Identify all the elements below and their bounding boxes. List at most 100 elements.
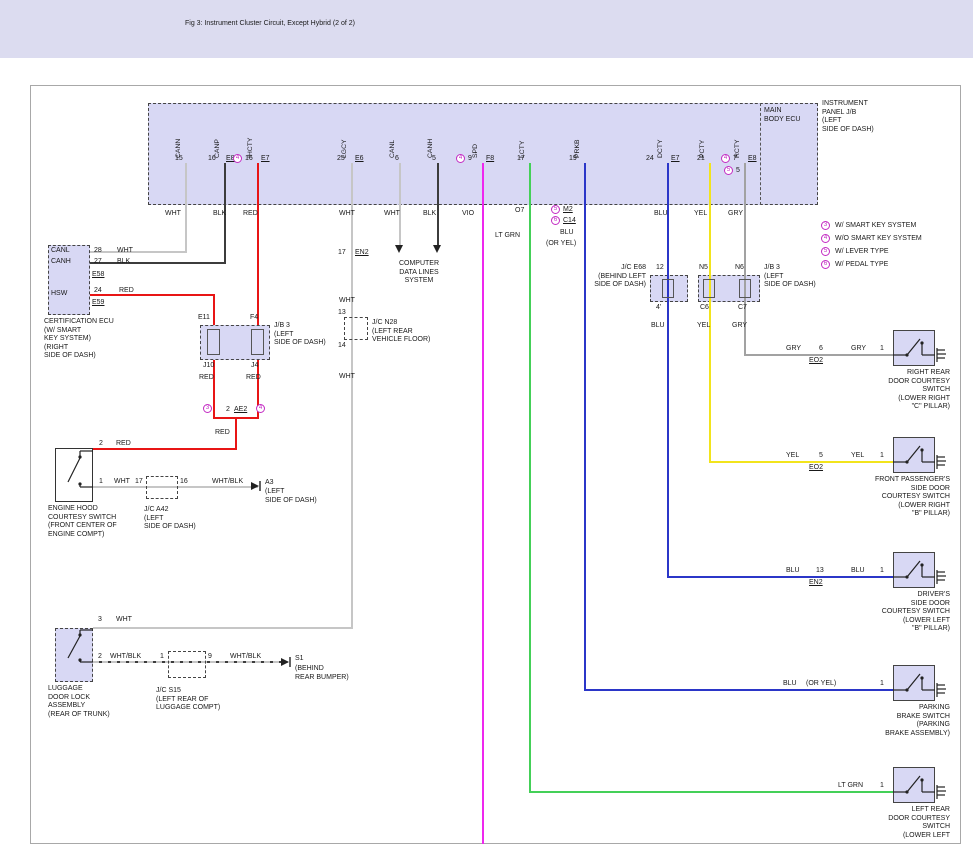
wire-color-label: RED <box>215 429 230 438</box>
wire-color-label: RED <box>243 210 258 219</box>
wire-color-label: YEL <box>694 210 707 219</box>
wire-color-label: VIO <box>462 210 474 219</box>
legend-text: W/ PEDAL TYPE <box>835 261 888 270</box>
connector-ref: C6 <box>700 304 709 313</box>
wire-color-label: GRY <box>786 345 801 354</box>
wire-color-label: BLK <box>213 210 226 219</box>
connector-ref: N5 <box>699 264 708 273</box>
pin-number: 3 <box>98 616 102 625</box>
pin-number: 2 <box>98 653 102 662</box>
wire-color-label: YEL <box>697 322 710 331</box>
jc-e68-caption: J/C E68 (BEHIND LEFT SIDE OF DASH) <box>584 264 646 290</box>
pin-number: 1 <box>99 478 103 487</box>
cert-pin-label: HSW <box>51 290 67 299</box>
figure-header <box>0 0 973 58</box>
right-rear-door-switch-icon <box>893 330 935 366</box>
wire-color-label: BLK <box>117 258 130 267</box>
variant-marker: 4 <box>721 154 730 163</box>
connector-ref: E6 <box>355 155 364 164</box>
pin-number: 1 <box>880 452 884 461</box>
jc-e68-pinrect <box>662 279 674 298</box>
wire-color-label: WHT <box>117 247 133 256</box>
pin-number: 6 <box>395 155 399 164</box>
connector-ref: C14 <box>563 217 576 226</box>
wire-color-label: BLU <box>783 680 797 689</box>
connector-ref: EO2 <box>809 357 823 366</box>
wire-color-label: WHT <box>384 210 400 219</box>
connector-ref: E7 <box>261 155 270 164</box>
wire-ihcty-vertical <box>257 163 259 325</box>
jb3-right-pinrect-2 <box>739 279 751 298</box>
jc-s15-box <box>168 651 206 678</box>
wire-color-label: YEL <box>786 452 799 461</box>
wire-dcty-horizontal <box>667 576 893 578</box>
connector-ref: EO2 <box>809 464 823 473</box>
jc-a42-box <box>146 476 178 499</box>
pin-number: 21 <box>697 155 705 164</box>
wire-ae2-drop <box>235 417 237 450</box>
pin-number: 5 <box>736 167 740 176</box>
wire-lcty-horizontal <box>529 791 893 793</box>
pin-number: 13 <box>338 309 346 318</box>
pin-label-canl: CANL <box>389 112 399 158</box>
variant-marker: 4 <box>233 154 242 163</box>
variant-marker: 5 <box>724 166 733 175</box>
wire-canp-horizontal <box>90 262 225 264</box>
pin-number: 16 <box>180 478 188 487</box>
luggage-lock-switch-icon <box>55 628 93 682</box>
jc-n28-box <box>344 317 368 340</box>
pin-label-canh: CANH <box>427 112 437 158</box>
wire-hsw-horizontal <box>90 294 214 296</box>
wire-color-label: BLU <box>651 322 665 331</box>
left-rear-door-switch-icon <box>893 767 935 803</box>
parking-brake-switch-caption: PARKING BRAKE SWITCH (PARKING BRAKE ASSE… <box>838 704 950 738</box>
wire-color-label: RED <box>246 374 261 383</box>
wire-color-label: (OR YEL) <box>546 240 576 249</box>
driver-door-switch-icon <box>893 552 935 588</box>
pin-number: 2 <box>99 440 103 449</box>
jb3-right-caption: J/B 3 (LEFT SIDE OF DASH) <box>764 264 816 290</box>
pin-number: 9 <box>208 653 212 662</box>
wire-color-label: RED <box>199 374 214 383</box>
ground-icon <box>936 682 948 698</box>
wire-color-label: WHT <box>116 616 132 625</box>
cert-ecu-caption: CERTIFICATION ECU (W/ SMART KEY SYSTEM) … <box>44 318 114 361</box>
wire-prkb-vertical <box>584 163 586 691</box>
legend-text: W/ SMART KEY SYSTEM <box>835 222 916 231</box>
legend-marker: 3 <box>821 221 830 230</box>
connector-ref: E59 <box>92 299 104 308</box>
s1-ground-point-icon <box>280 656 292 668</box>
wire-cann-vertical <box>185 163 187 253</box>
connector-ref: E11 <box>198 314 210 323</box>
pin-label-rcty: RCTY <box>734 112 744 158</box>
ground-icon <box>936 784 948 800</box>
ground-point-caption: (LEFT SIDE OF DASH) <box>265 488 317 505</box>
legend-marker: 4 <box>821 234 830 243</box>
ground-icon <box>936 454 948 470</box>
pin-number: 1 <box>880 782 884 791</box>
wire-canl-vertical <box>399 163 401 247</box>
wire-color-label: GRY <box>728 210 743 219</box>
page: { "colors": { "header-bg": "#dcdcf0", "h… <box>0 0 973 844</box>
wire-color-label: RED <box>116 440 131 449</box>
wire-dcty-vertical <box>667 163 669 578</box>
wire-prkb-horizontal <box>584 689 893 691</box>
ground-icon <box>936 347 948 363</box>
variant-marker: 5 <box>551 205 560 214</box>
connector-ref: E8 <box>748 155 757 164</box>
variant-marker: 4 <box>256 404 265 413</box>
pin-label-lgcy: LGCY <box>341 112 351 158</box>
wire-color-label: RED <box>119 287 134 296</box>
wire-lcty-vertical <box>529 163 531 793</box>
wire-color-label: GRY <box>732 322 747 331</box>
connector-ref: J10 <box>203 362 214 371</box>
wire-color-label: WHT <box>165 210 181 219</box>
legend-marker: 5 <box>821 247 830 256</box>
variant-marker: 3 <box>203 404 212 413</box>
connector-ref: M2 <box>563 206 573 215</box>
wire-color-label: WHT <box>339 297 355 306</box>
wire-color-label: YEL <box>851 452 864 461</box>
pin-number: 7 <box>733 155 737 164</box>
pin-number: 5 <box>819 452 823 461</box>
connector-ref: EN2 <box>809 579 823 588</box>
